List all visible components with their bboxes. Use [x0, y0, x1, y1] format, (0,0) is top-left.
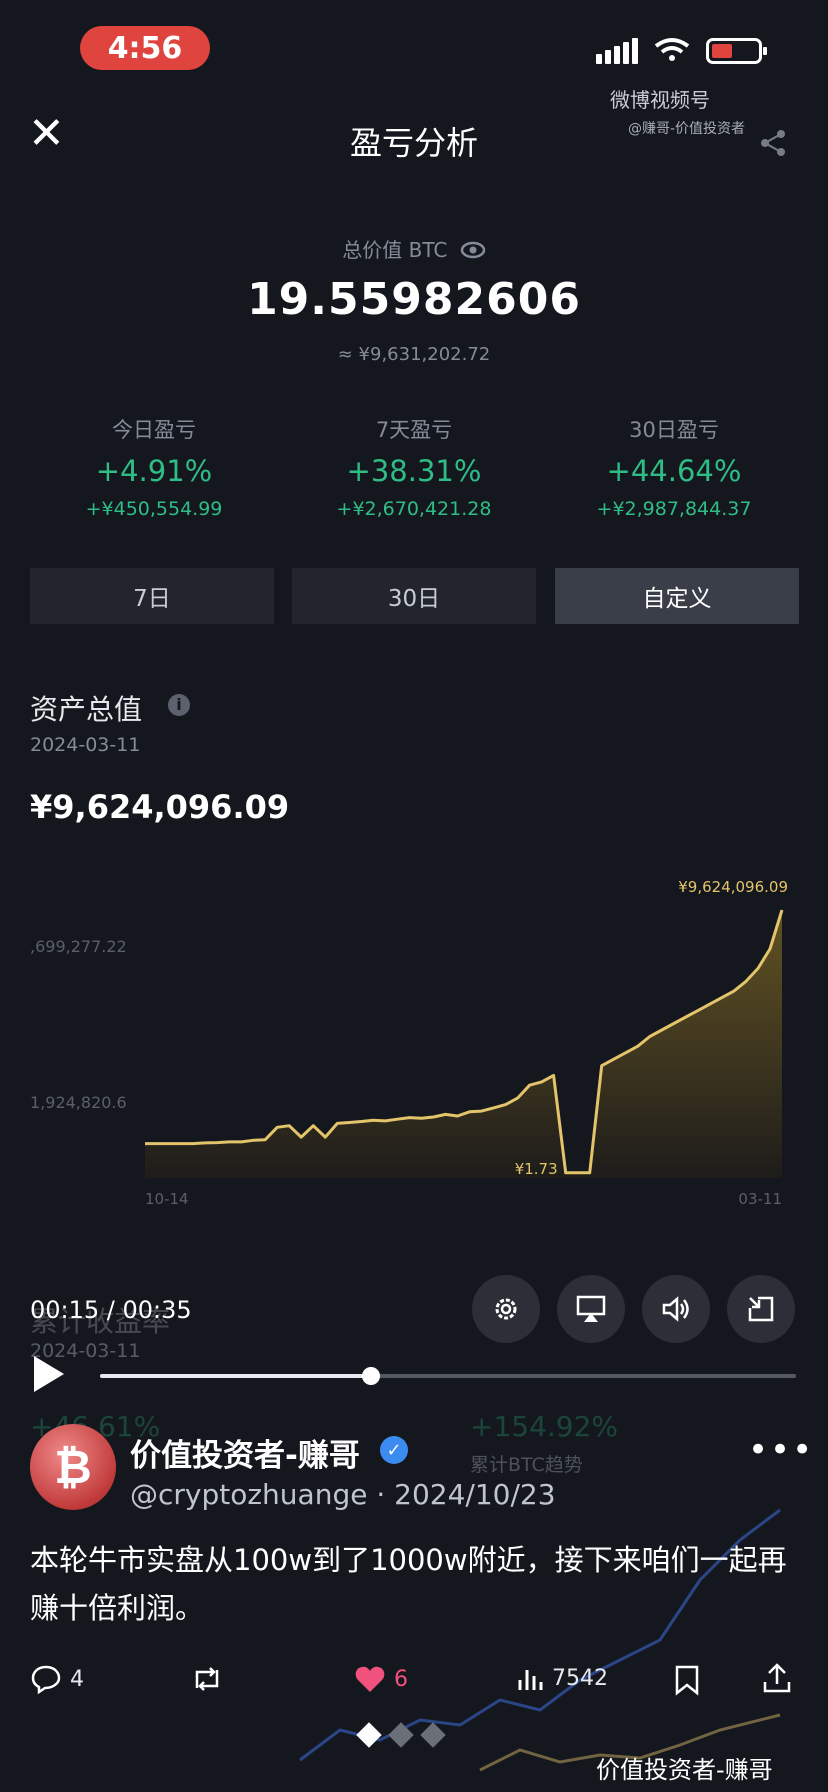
bookmark-icon[interactable] — [674, 1664, 700, 1696]
stat-amount: +¥2,987,844.37 — [596, 498, 752, 520]
status-time: 4:56 — [80, 26, 210, 70]
stat-30d: 30日盈亏 +44.64% +¥2,987,844.37 — [536, 414, 812, 520]
settings-icon[interactable] — [472, 1275, 540, 1343]
bottom-watermark: 价值投资者-赚哥 — [596, 1756, 773, 1784]
weibo-watermark: 微博视频号 — [610, 88, 710, 112]
stat-amount: +¥450,554.99 — [85, 498, 223, 520]
battery-icon — [706, 38, 767, 64]
heart-icon — [355, 1666, 385, 1692]
tab-30d[interactable]: 30日 — [292, 568, 536, 624]
post-text: 本轮牛市实盘从100w到了1000w附近，接下来咱们一起再赚十倍利润。 — [30, 1543, 787, 1625]
author-name[interactable]: 价值投资者-赚哥 — [130, 1430, 360, 1475]
retweet-icon — [195, 1667, 219, 1691]
y-tick-label: 1,924,820.6 — [30, 1093, 127, 1112]
view-count: 7542 — [552, 1665, 608, 1691]
video-time: 00:15 / 00:35 — [30, 1296, 192, 1324]
play-icon[interactable] — [32, 1354, 68, 1394]
tab-7d[interactable]: 7日 — [30, 568, 274, 624]
stat-amount: +¥2,670,421.28 — [336, 498, 492, 520]
x-tick-label: 10-14 — [145, 1190, 189, 1208]
ghost-pct-right: +154.92% — [470, 1410, 619, 1443]
reply-count: 4 — [70, 1666, 84, 1692]
stat-today: 今日盈亏 +4.91% +¥450,554.99 — [16, 414, 292, 520]
views-icon — [518, 1670, 543, 1690]
stat-pct: +38.31% — [346, 454, 482, 488]
chart-area-fill — [145, 910, 782, 1178]
total-value-label: 总价值 BTC — [0, 234, 828, 264]
carousel-dot[interactable] — [420, 1722, 446, 1748]
video-progress-knob[interactable] — [362, 1367, 381, 1385]
total-cny-value: ≈ ¥9,631,202.72 — [337, 344, 491, 365]
more-icon[interactable]: ••• — [748, 1430, 814, 1470]
max-value-label: ¥9,624,096.09 — [678, 878, 788, 896]
y-tick-label: ,699,277.22 — [30, 937, 127, 956]
carousel-dot-active[interactable] — [356, 1722, 382, 1748]
total-btc-value: 19.55982606 — [247, 274, 581, 325]
carousel-dot[interactable] — [388, 1722, 414, 1748]
reply-icon — [31, 1665, 61, 1694]
eye-icon[interactable] — [460, 240, 486, 264]
min-value-label: ¥1.73 — [515, 1160, 558, 1178]
avatar[interactable]: ₿ — [30, 1424, 116, 1510]
stat-7d: 7天盈亏 +38.31% +¥2,670,421.28 — [276, 414, 552, 520]
video-progress-fill — [100, 1374, 372, 1378]
asset-title: 资产总值 — [30, 693, 143, 726]
asset-chart: ,699,277.22 1,924,820.6 10-14 03-11 ¥9,624,0… — [30, 878, 788, 1208]
author-handle: @cryptozhuange · 2024/10/23 — [130, 1478, 556, 1511]
asset-value: ¥9,624,096.09 — [30, 788, 290, 826]
share-post-icon[interactable] — [762, 1662, 792, 1694]
info-icon[interactable]: i — [168, 694, 190, 716]
stat-label: 7天盈亏 — [375, 418, 453, 442]
pip-icon[interactable] — [727, 1275, 795, 1343]
like-button[interactable]: 6 — [354, 1664, 408, 1694]
views-button[interactable]: 7542 — [516, 1664, 608, 1692]
retweet-button[interactable] — [190, 1664, 224, 1694]
carousel-dots — [356, 1722, 446, 1748]
stat-label: 30日盈亏 — [629, 418, 719, 442]
asset-date: 2024-03-11 — [30, 734, 141, 756]
stat-pct: +4.91% — [95, 454, 213, 488]
wifi-icon — [654, 38, 690, 61]
tab-custom[interactable]: 自定义 — [555, 568, 799, 624]
signal-icon — [596, 38, 638, 64]
stat-label: 今日盈亏 — [112, 418, 196, 442]
stat-pct: +44.64% — [606, 454, 742, 488]
reply-button[interactable]: 4 — [30, 1664, 84, 1694]
verified-icon: ✓ — [380, 1436, 408, 1464]
share-icon[interactable] — [758, 128, 788, 158]
like-count: 6 — [394, 1666, 408, 1692]
page-title: 盈亏分析 — [349, 124, 478, 162]
x-tick-label: 03-11 — [738, 1190, 782, 1208]
airplay-icon[interactable] — [557, 1275, 625, 1343]
volume-icon[interactable] — [642, 1275, 710, 1343]
ghost-legend: 累计BTC趋势 — [470, 1454, 583, 1476]
